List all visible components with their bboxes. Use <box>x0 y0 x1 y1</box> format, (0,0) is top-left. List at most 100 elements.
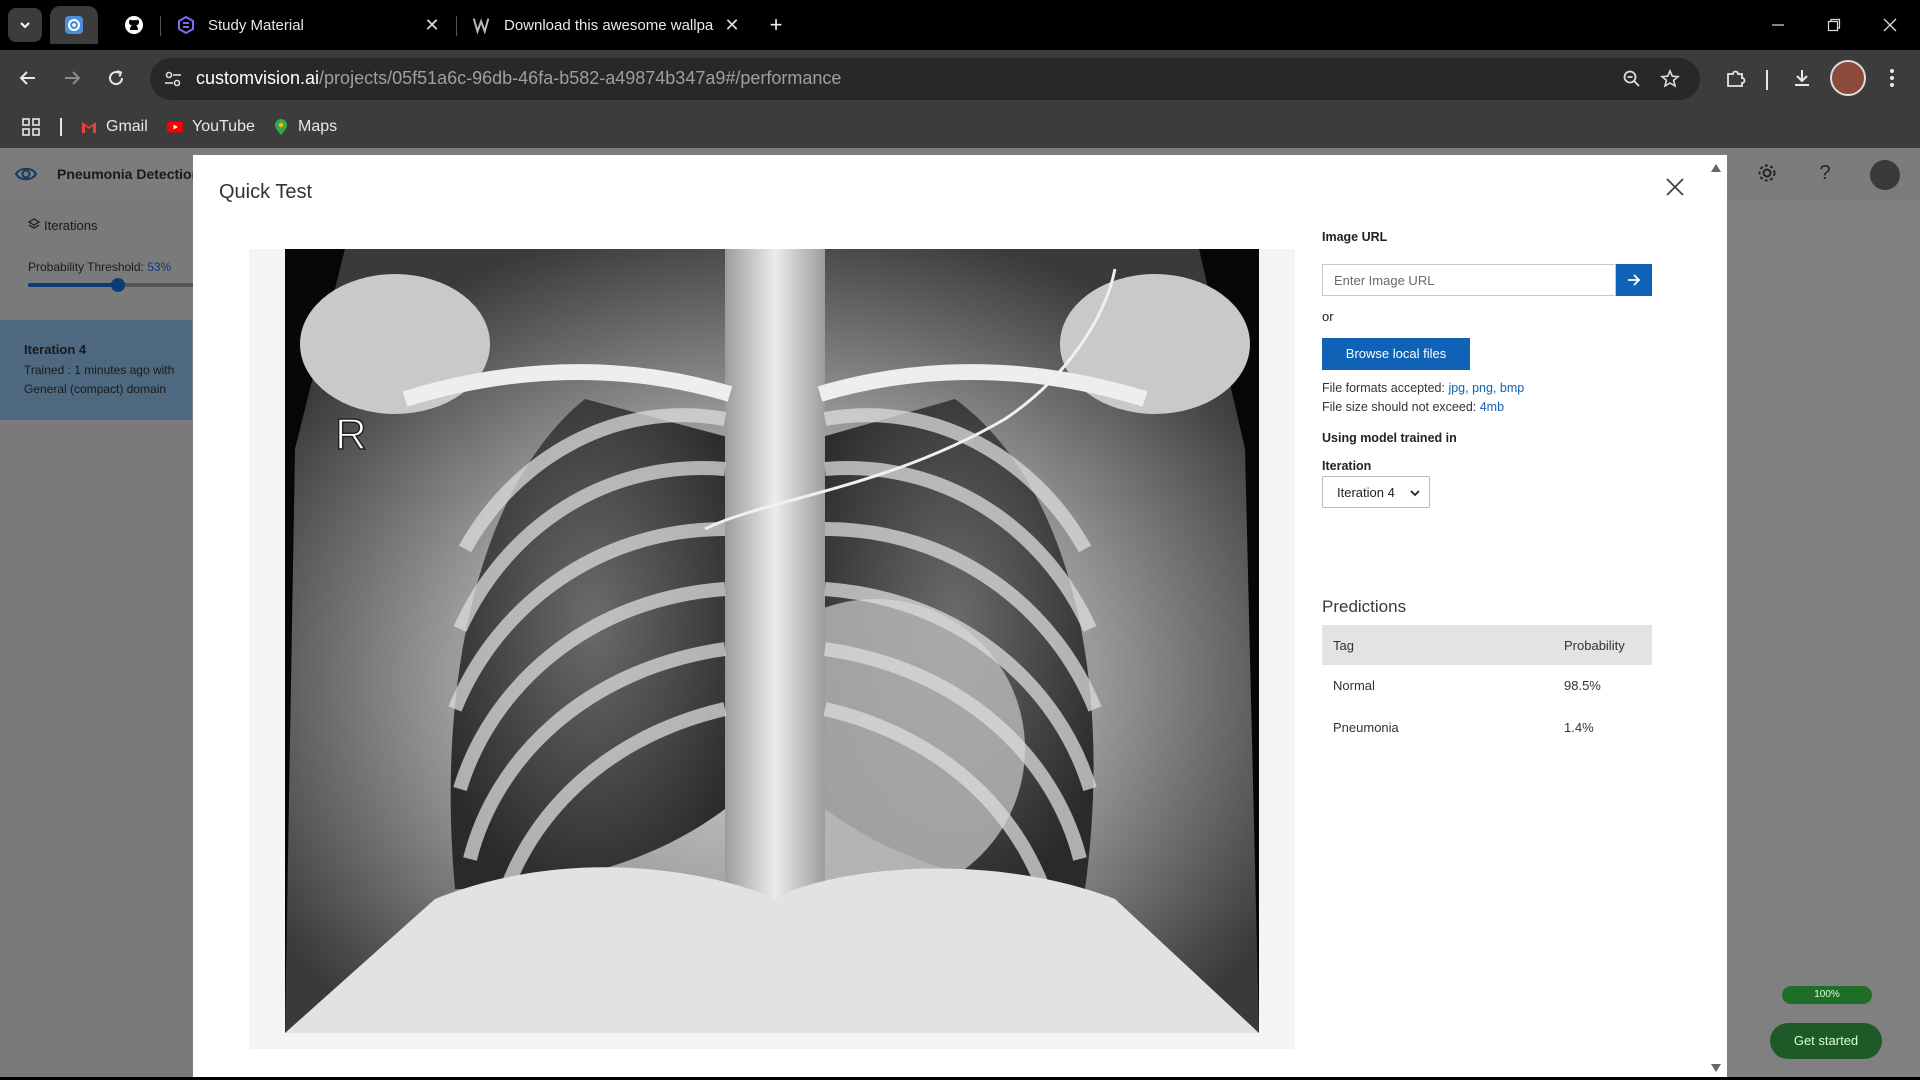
submit-url-button[interactable] <box>1616 264 1652 296</box>
formats-value: jpg, png, bmp <box>1448 381 1525 395</box>
threshold-value: 53% <box>147 260 172 274</box>
custom-vision-icon <box>64 15 84 35</box>
table-row: Normal 98.5% <box>1322 665 1652 707</box>
prediction-probability: 98.5% <box>1564 678 1601 693</box>
profile-avatar[interactable] <box>1830 60 1866 96</box>
project-name[interactable]: Pneumonia Detection <box>57 166 200 182</box>
image-url-label: Image URL <box>1322 230 1388 244</box>
bookmark-separator <box>60 118 62 136</box>
get-started-button[interactable]: Get started <box>1770 1023 1882 1059</box>
minimize-icon <box>1772 24 1784 26</box>
formats-label: File formats accepted: <box>1322 381 1449 395</box>
tab-strip: Study Material ✕ Download this awesome w… <box>0 0 1920 50</box>
bookmark-gmail[interactable]: Gmail <box>80 116 148 138</box>
url-path: /projects/05f51a6c-96db-46fa-b582-a49874… <box>319 68 842 88</box>
address-bar[interactable]: customvision.ai/projects/05f51a6c-96db-4… <box>150 58 1700 100</box>
iteration-label: Iteration <box>1322 459 1372 473</box>
forward-button[interactable] <box>56 62 88 94</box>
eye-icon <box>14 162 38 186</box>
site-settings-icon[interactable] <box>162 68 184 90</box>
scroll-up-arrow-icon[interactable] <box>1710 160 1722 172</box>
bookmark-star-icon[interactable] <box>1658 67 1682 91</box>
chest-xray-image: R <box>285 249 1259 1033</box>
prediction-probability: 1.4% <box>1564 720 1594 735</box>
puzzle-icon <box>1727 70 1746 87</box>
tab-wallpaper[interactable]: Download this awesome wallpa ✕ <box>458 6 752 44</box>
scroll-down-arrow-icon[interactable] <box>1710 1060 1722 1072</box>
tab-separator <box>160 16 161 36</box>
tab-separator <box>456 16 457 36</box>
modal-close-button[interactable] <box>1665 177 1691 203</box>
threshold-label-row: Probability Threshold: 53% <box>28 260 171 274</box>
or-label: or <box>1322 309 1334 324</box>
bookmark-maps[interactable]: Maps <box>272 116 337 138</box>
zoom-icon[interactable] <box>1620 67 1644 91</box>
bookmarks-bar: Gmail YouTube Maps <box>0 106 1920 148</box>
extensions-button[interactable] <box>1720 62 1752 94</box>
iteration-card[interactable]: Iteration 4 Trained : 1 minutes ago with… <box>0 320 192 420</box>
download-icon <box>1795 70 1809 86</box>
iteration-meta: Trained : 1 minutes ago with General (co… <box>24 361 194 399</box>
bookmark-youtube[interactable]: YouTube <box>166 116 255 138</box>
bookmark-label: Maps <box>298 118 338 135</box>
table-row: Pneumonia 1.4% <box>1322 707 1652 749</box>
iteration-meta-line: Trained : 1 minutes ago with <box>24 363 175 377</box>
tab-title: Download this awesome wallpa <box>504 16 714 34</box>
modal-title: Quick Test <box>219 181 312 203</box>
tab-custom-vision[interactable] <box>50 6 98 44</box>
predictions-title: Predictions <box>1322 597 1407 616</box>
threshold-slider-thumb[interactable] <box>111 278 125 292</box>
apps-grid-icon <box>22 118 40 136</box>
quick-test-modal: Quick Test R Image URL Enter Image URL o… <box>193 155 1727 1077</box>
model-label: Using model trained in <box>1322 431 1457 445</box>
iterations-link[interactable]: Iterations <box>27 218 98 233</box>
tab-search-button[interactable] <box>8 8 42 42</box>
tab-study-material[interactable]: Study Material ✕ <box>162 6 452 44</box>
back-button[interactable] <box>12 62 44 94</box>
window-close-button[interactable] <box>1862 0 1918 50</box>
threshold-label: Probability Threshold: <box>28 260 144 274</box>
close-icon <box>1666 178 1684 196</box>
file-formats-info: File formats accepted: jpg, png, bmp <box>1322 381 1524 395</box>
bookmark-label: Gmail <box>106 118 148 135</box>
browse-local-files-button[interactable]: Browse local files <box>1322 338 1470 370</box>
close-icon[interactable]: ✕ <box>722 15 742 35</box>
help-icon[interactable]: ? <box>1812 162 1838 188</box>
apps-button[interactable] <box>22 116 40 138</box>
downloads-button[interactable] <box>1786 62 1818 94</box>
prediction-tag: Pneumonia <box>1333 720 1399 735</box>
iteration-meta-line: General (compact) domain <box>24 382 167 396</box>
image-url-input[interactable] <box>1322 264 1616 296</box>
bookmark-label: YouTube <box>192 118 255 135</box>
iteration-select-value: Iteration 4 <box>1337 485 1395 500</box>
arrow-left-icon <box>19 71 35 85</box>
chevron-down-icon <box>1410 490 1420 497</box>
iterations-label: Iterations <box>44 218 98 233</box>
new-tab-button[interactable]: + <box>762 12 790 40</box>
size-value: 4mb <box>1479 400 1505 414</box>
close-icon <box>1883 18 1897 32</box>
size-label: File size should not exceed: <box>1322 400 1480 414</box>
restore-button[interactable] <box>1806 0 1862 50</box>
settings-gear-icon[interactable] <box>1756 162 1782 188</box>
predictions-table: Tag Probability Normal 98.5% Pneumonia 1… <box>1322 625 1652 749</box>
minimize-button[interactable] <box>1750 0 1806 50</box>
layers-icon <box>27 218 41 229</box>
tab-title: Study Material <box>208 16 304 34</box>
user-avatar[interactable] <box>1870 160 1900 190</box>
w-icon <box>472 15 492 35</box>
xray-side-marker: R <box>335 410 367 459</box>
reload-icon <box>109 70 124 86</box>
tab-github[interactable] <box>110 6 156 44</box>
url-text[interactable]: customvision.ai/projects/05f51a6c-96db-4… <box>196 68 841 89</box>
github-icon <box>124 15 144 35</box>
study-icon <box>176 15 196 35</box>
close-icon[interactable]: ✕ <box>422 15 442 35</box>
iteration-name: Iteration 4 <box>24 342 87 357</box>
browser-menu-button[interactable] <box>1876 62 1908 94</box>
more-vertical-icon <box>1890 69 1894 87</box>
iteration-select[interactable]: Iteration 4 <box>1322 476 1430 508</box>
column-header-tag: Tag <box>1333 638 1354 653</box>
browser-toolbar: customvision.ai/projects/05f51a6c-96db-4… <box>0 50 1920 106</box>
reload-button[interactable] <box>100 62 132 94</box>
